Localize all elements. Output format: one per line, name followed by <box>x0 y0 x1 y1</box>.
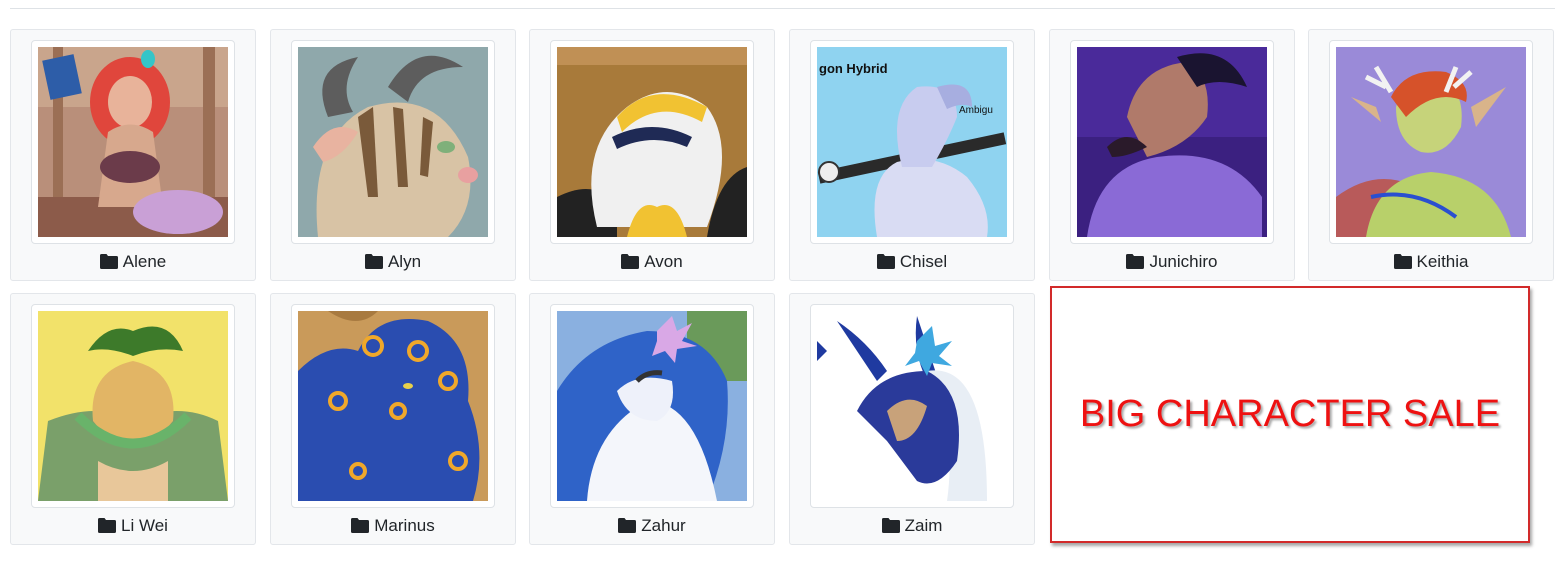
folder-icon <box>876 254 895 269</box>
character-thumbnail-image <box>557 311 747 501</box>
folder-icon <box>621 254 640 269</box>
folder-thumbnail[interactable] <box>1070 40 1274 244</box>
character-thumbnail-image <box>298 47 488 237</box>
folder-card-zaim[interactable]: Zaim <box>789 293 1035 545</box>
folder-thumbnail[interactable] <box>291 304 495 508</box>
character-thumbnail-image <box>38 47 228 237</box>
character-thumbnail-image <box>1077 47 1267 237</box>
folder-thumbnail[interactable] <box>31 40 235 244</box>
character-sale-banner[interactable]: BIG CHARACTER SALE <box>1050 286 1530 543</box>
character-thumbnail-image <box>298 311 488 501</box>
folder-icon <box>351 518 370 533</box>
folder-card-alyn[interactable]: Alyn <box>270 29 516 281</box>
folder-thumbnail[interactable] <box>550 40 754 244</box>
sale-banner-text: BIG CHARACTER SALE <box>1079 393 1501 435</box>
folder-thumbnail[interactable] <box>810 304 1014 508</box>
folder-name[interactable]: Marinus <box>271 516 515 536</box>
folder-icon <box>99 254 118 269</box>
folder-icon <box>98 518 117 533</box>
folder-card-avon[interactable]: Avon <box>529 29 775 281</box>
folder-card-zahur[interactable]: Zahur <box>529 293 775 545</box>
folder-thumbnail[interactable] <box>291 40 495 244</box>
character-thumbnail-image <box>38 311 228 501</box>
character-thumbnail-image <box>817 311 1007 501</box>
folder-name[interactable]: Alene <box>11 252 255 272</box>
folder-thumbnail[interactable]: gon Hybrid Ambigu <box>810 40 1014 244</box>
folder-card-keithia[interactable]: Keithia <box>1308 29 1554 281</box>
folder-name[interactable]: Avon <box>530 252 774 272</box>
folder-name[interactable]: Zaim <box>790 516 1034 536</box>
folder-card-marinus[interactable]: Marinus <box>270 293 516 545</box>
folder-name[interactable]: Chisel <box>790 252 1034 272</box>
folder-thumbnail[interactable] <box>1329 40 1533 244</box>
folder-card-chisel[interactable]: gon Hybrid Ambigu Chisel <box>789 29 1035 281</box>
folder-thumbnail[interactable] <box>31 304 235 508</box>
folder-icon <box>618 518 637 533</box>
character-thumbnail-image <box>1336 47 1526 237</box>
thumbnail-side-label: Ambigu <box>959 105 993 116</box>
folder-name[interactable]: Keithia <box>1309 252 1553 272</box>
folder-name[interactable]: Li Wei <box>11 516 255 536</box>
folder-card-li-wei[interactable]: Li Wei <box>10 293 256 545</box>
folder-name[interactable]: Alyn <box>271 252 515 272</box>
folder-name[interactable]: Zahur <box>530 516 774 536</box>
character-thumbnail-image: gon Hybrid Ambigu <box>817 47 1007 237</box>
folder-thumbnail[interactable] <box>550 304 754 508</box>
folder-name[interactable]: Junichiro <box>1050 252 1294 272</box>
folder-icon <box>364 254 383 269</box>
divider <box>10 8 1555 9</box>
folder-icon <box>1393 254 1412 269</box>
folder-card-alene[interactable]: Alene <box>10 29 256 281</box>
character-thumbnail-image <box>557 47 747 237</box>
thumbnail-label: gon Hybrid <box>819 61 888 76</box>
folder-icon <box>1126 254 1145 269</box>
folder-card-junichiro[interactable]: Junichiro <box>1049 29 1295 281</box>
folder-icon <box>881 518 900 533</box>
